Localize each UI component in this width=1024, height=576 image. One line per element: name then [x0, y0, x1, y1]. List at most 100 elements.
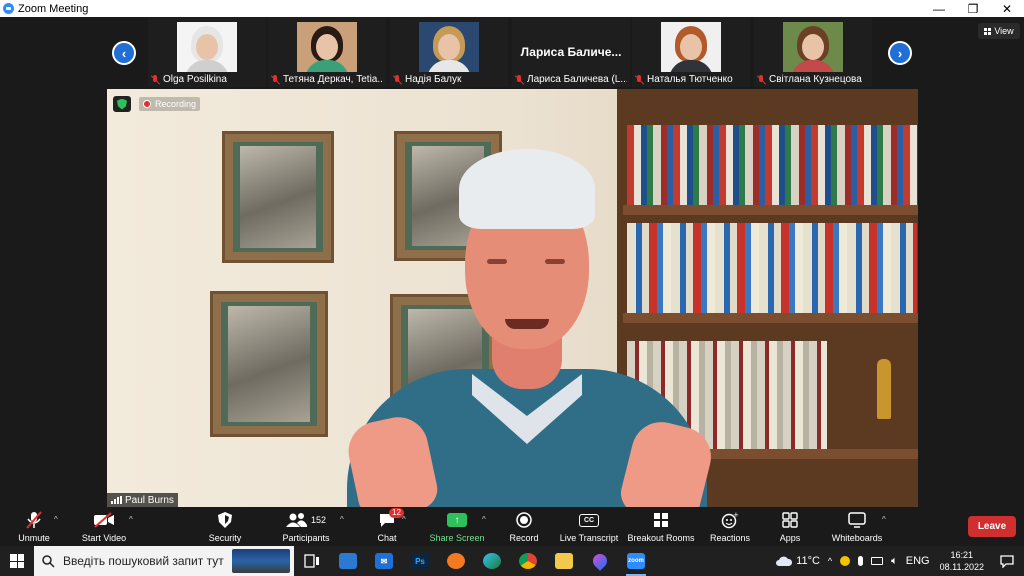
zoom-icon: zoom — [627, 553, 645, 569]
taskbar-search-box[interactable]: Введіть пошуковий запит тут — [34, 546, 294, 576]
svg-text:+: + — [733, 511, 739, 519]
minimize-button[interactable]: — — [922, 0, 956, 17]
video-options-caret[interactable]: ^ — [129, 515, 133, 524]
record-button[interactable]: Record — [506, 510, 542, 544]
apps-button[interactable]: Apps — [772, 510, 808, 544]
view-button[interactable]: View — [978, 23, 1020, 39]
participant-thumbnail[interactable]: Olga Posilkina — [148, 17, 266, 87]
audio-options-caret[interactable]: ^ — [54, 515, 58, 524]
microphone-muted-icon — [271, 74, 280, 85]
edge-icon — [483, 553, 501, 569]
network-icon[interactable] — [867, 557, 887, 565]
security-button[interactable]: Security — [205, 510, 245, 544]
participants-icon: 152 — [285, 510, 326, 530]
whiteboards-button[interactable]: Whiteboards — [828, 510, 886, 544]
start-button[interactable] — [0, 546, 34, 576]
whiteboards-label: Whiteboards — [831, 533, 883, 543]
participant-thumbnail[interactable]: Надія Балук — [390, 17, 508, 87]
apps-label: Apps — [779, 533, 801, 543]
window-title: Zoom Meeting — [18, 2, 89, 15]
search-icon — [42, 554, 55, 568]
share-screen-icon: ↑ — [447, 510, 467, 530]
share-screen-button[interactable]: ↑ Share Screen — [429, 510, 485, 544]
taskbar-app-mail[interactable]: ✉ — [366, 546, 402, 576]
zoom-meeting-window: Zoom Meeting — ❐ ✕ ‹ Olga Posilkina Тетян… — [0, 0, 1024, 576]
weather-widget[interactable]: 11°C — [771, 555, 824, 567]
chat-button[interactable]: 12 Chat — [372, 508, 404, 544]
restore-button[interactable]: ❐ — [956, 0, 990, 17]
participant-name: Тетяна Деркач, Tetia... — [283, 74, 383, 85]
microphone-tray-icon[interactable] — [854, 556, 867, 566]
whiteboards-options-caret[interactable]: ^ — [882, 515, 886, 524]
zoom-app-icon — [3, 3, 14, 14]
next-page-button[interactable]: › — [888, 41, 912, 65]
cloud-icon — [776, 556, 793, 566]
wall-picture — [210, 291, 328, 437]
microphone-muted-icon — [515, 74, 524, 85]
participant-name: Лариса Баличева (L... — [527, 74, 627, 85]
taskbar-app-store[interactable] — [330, 546, 366, 576]
participant-photo — [783, 22, 843, 72]
chat-label: Chat — [377, 533, 397, 543]
recording-dot-icon — [143, 100, 151, 108]
encryption-shield-icon[interactable] — [113, 96, 131, 112]
folder-icon — [555, 553, 573, 569]
windows-taskbar: Введіть пошуковий запит тут ✉ Ps zoom 11… — [0, 546, 1024, 576]
signal-strength-icon — [111, 496, 122, 504]
breakout-rooms-button[interactable]: Breakout Rooms — [627, 510, 695, 544]
camera-off-icon — [93, 510, 115, 530]
taskbar-app-chrome[interactable] — [510, 546, 546, 576]
task-view-icon — [304, 554, 319, 568]
language-indicator[interactable]: ENG — [902, 555, 934, 567]
security-label: Security — [208, 533, 242, 543]
participant-photo — [297, 22, 357, 72]
unmute-label: Unmute — [18, 533, 50, 543]
taskbar-app-drop[interactable] — [582, 546, 618, 576]
record-icon — [516, 510, 532, 530]
recording-indicator[interactable]: Recording — [139, 97, 201, 111]
show-hidden-icons-button[interactable]: ^ — [824, 556, 836, 566]
taskbar-app-avast[interactable] — [438, 546, 474, 576]
participant-thumbnail[interactable]: Тетяна Деркач, Tetia... — [268, 17, 386, 87]
taskbar-app-zoom[interactable]: zoom — [618, 546, 654, 576]
norton-tray-icon[interactable] — [836, 556, 854, 566]
mail-icon: ✉ — [375, 553, 393, 569]
participant-name-label: Olga Posilkina — [151, 73, 263, 86]
taskbar-app-file-explorer[interactable] — [546, 546, 582, 576]
taskbar-app-edge[interactable] — [474, 546, 510, 576]
start-video-button[interactable]: Start Video — [80, 510, 128, 544]
recording-label: Recording — [155, 99, 197, 109]
participant-name-label: Тетяна Деркач, Tetia... — [271, 73, 383, 86]
microphone-muted-icon — [151, 74, 160, 85]
participant-strip: ‹ Olga Posilkina Тетяна Деркач, Tetia... Н… — [0, 17, 1024, 87]
record-label: Record — [509, 533, 539, 543]
view-label: View — [994, 26, 1014, 36]
participant-thumbnail[interactable]: Наталья Тютченко — [632, 17, 750, 87]
participant-name: Надія Балук — [405, 74, 462, 85]
microphone-muted-icon — [26, 510, 42, 530]
volume-icon[interactable]: 🔈︎ — [887, 555, 902, 568]
taskbar-app-photoshop[interactable]: Ps — [402, 546, 438, 576]
participant-name-label: Лариса Баличева (L... — [515, 73, 627, 86]
chat-options-caret[interactable]: ^ — [402, 515, 406, 524]
live-transcript-button[interactable]: CC Live Transcript — [558, 510, 620, 544]
prev-page-button[interactable]: ‹ — [112, 41, 136, 65]
whiteboard-icon — [848, 510, 866, 530]
participants-options-caret[interactable]: ^ — [340, 515, 344, 524]
reactions-smiley-icon: + — [721, 510, 739, 530]
notifications-icon[interactable] — [990, 554, 1024, 568]
reactions-button[interactable]: + Reactions — [708, 510, 752, 544]
share-screen-label: Share Screen — [429, 533, 485, 543]
participant-display-name: Лариса Баличе... — [520, 45, 622, 59]
leave-button[interactable]: Leave — [968, 516, 1016, 537]
apps-icon — [782, 510, 798, 530]
participant-thumbnail[interactable]: Світлана Кузнецова — [754, 17, 872, 87]
speaker-video[interactable]: Recording Paul Burns — [107, 89, 918, 507]
unmute-button[interactable]: Unmute — [14, 510, 54, 544]
participants-button[interactable]: 152 Participants — [280, 510, 332, 544]
taskbar-clock[interactable]: 16:21 08.11.2022 — [934, 549, 990, 573]
task-view-button[interactable] — [294, 546, 330, 576]
share-options-caret[interactable]: ^ — [482, 515, 486, 524]
close-button[interactable]: ✕ — [990, 0, 1024, 17]
participant-thumbnail[interactable]: Лариса Баличе... Лариса Баличева (L... — [512, 17, 630, 87]
